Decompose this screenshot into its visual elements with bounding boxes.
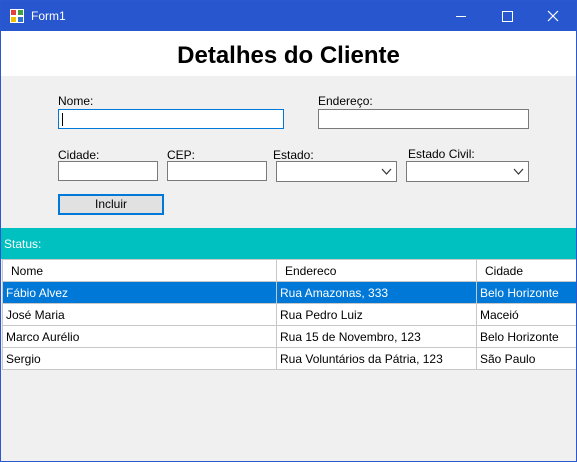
estado-label: Estado: [273,148,314,162]
table-row[interactable]: José Maria Rua Pedro Luiz Maceió [2,303,576,326]
maximize-icon [502,11,513,22]
cell-nome[interactable]: Fábio Alvez [2,281,277,304]
chevron-down-icon [513,168,524,175]
app-icon [10,9,24,23]
minimize-button[interactable] [438,1,484,31]
endereco-label: Endereço: [318,94,373,108]
status-bar: Status: [1,228,576,259]
page-title: Detalhes do Cliente [177,42,400,69]
incluir-button[interactable]: Incluir [58,194,164,215]
cell-cidade[interactable]: Maceió [476,303,576,326]
cell-cidade[interactable]: Belo Horizonte [476,281,576,304]
main-window: Form1 Detalhes do Cliente Nome: Endereço… [0,0,577,462]
close-icon [547,10,559,22]
cell-endereco[interactable]: Rua Voluntários da Pátria, 123 [276,347,477,370]
nome-input[interactable] [58,109,284,129]
cep-label: CEP: [167,148,196,162]
estado-select[interactable] [276,161,397,182]
cep-input[interactable] [167,161,267,181]
cidade-input[interactable] [58,161,158,181]
cell-endereco[interactable]: Rua 15 de Novembro, 123 [276,325,477,348]
table-row[interactable]: Fábio Alvez Rua Amazonas, 333 Belo Horiz… [2,281,576,304]
cidade-label: Cidade: [58,148,100,162]
cell-nome[interactable]: Marco Aurélio [2,325,277,348]
minimize-icon [456,16,466,17]
table-row[interactable]: Marco Aurélio Rua 15 de Novembro, 123 Be… [2,325,576,348]
endereco-input[interactable] [318,109,529,129]
cell-nome[interactable]: Sergio [2,347,277,370]
cell-cidade[interactable]: Belo Horizonte [476,325,576,348]
window-title: Form1 [31,9,66,23]
header-panel: Detalhes do Cliente [1,31,576,76]
text-caret [62,113,63,126]
column-header-nome[interactable]: Nome [2,259,277,282]
nome-label: Nome: [58,94,94,108]
column-header-endereco[interactable]: Endereco [276,259,477,282]
status-text: Status: [4,237,42,251]
cell-endereco[interactable]: Rua Amazonas, 333 [276,281,477,304]
title-bar[interactable]: Form1 [1,1,576,31]
estado-civil-select[interactable] [406,161,529,182]
table-row[interactable]: Sergio Rua Voluntários da Pátria, 123 Sã… [2,347,576,370]
cell-cidade[interactable]: São Paulo [476,347,576,370]
maximize-button[interactable] [484,1,530,31]
cell-endereco[interactable]: Rua Pedro Luiz [276,303,477,326]
chevron-down-icon [381,168,392,175]
close-button[interactable] [530,1,576,31]
column-header-cidade[interactable]: Cidade [476,259,576,282]
grid-header-row: Nome Endereco Cidade [2,259,576,282]
cell-nome[interactable]: José Maria [2,303,277,326]
clients-grid[interactable]: Nome Endereco Cidade Fábio Alvez Rua Ama… [2,259,576,370]
estado-civil-label: Estado Civil: [408,147,475,161]
